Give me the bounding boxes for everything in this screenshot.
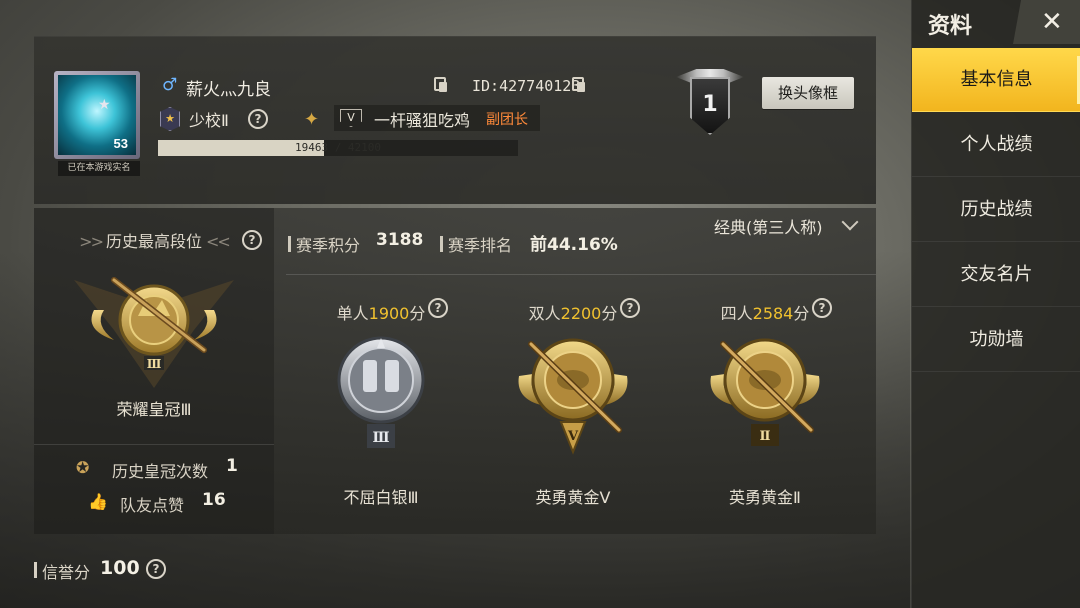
chevron-down-icon[interactable] (841, 213, 859, 231)
rank-title: 少校Ⅱ (189, 111, 229, 130)
credit-label: 信誉分 (42, 563, 91, 582)
crown-tier-emblem-icon: Ⅲ (74, 277, 234, 388)
silver-tier-medal-icon: Ⅲ (337, 336, 425, 448)
season-shield-icon: 1 (690, 77, 730, 135)
sidebar: 资料 基本信息 个人战绩 历史战绩 交友名片 功勋墙 (911, 0, 1080, 608)
season-points-label: 赛季积分 (296, 236, 361, 255)
crown-count-value: 1 (226, 456, 238, 476)
best-tier-name: 荣耀皇冠Ⅲ (116, 400, 192, 419)
double-chevron-left-icon: << (206, 232, 231, 251)
mode-help-icon[interactable]: ? (812, 298, 832, 318)
season-rank-value: 前44.16% (530, 235, 618, 255)
sidebar-item-merit-wall[interactable]: 功勋墙 (912, 308, 1080, 372)
double-chevron-right-icon: >> (79, 232, 104, 251)
svg-text:Ⅱ: Ⅱ (760, 429, 771, 444)
avatar-level: 53 (113, 136, 128, 151)
avatar-image: ★ 53 (58, 75, 136, 155)
thumbs-up-icon: 👍 (88, 492, 108, 511)
season-rank-label: 赛季排名 (448, 236, 513, 255)
clan-wings-icon: ✦ (304, 109, 320, 130)
xp-progress-bar: 19463 / 42100 (158, 140, 518, 156)
sidebar-item-personal-record[interactable]: 个人战绩 (912, 113, 1080, 177)
change-frame-button[interactable]: 换头像框 (762, 77, 854, 109)
svg-text:Ⅴ: Ⅴ (567, 429, 579, 444)
credit-value: 100 (100, 557, 140, 579)
rank-help-icon[interactable]: ? (248, 109, 268, 129)
profile-header-card: ★ 53 已在本游戏实名 ♂ 薪火灬九良 ID:427740123 ★ 少校Ⅱ … (34, 36, 876, 204)
gold-tier-medal-icon: Ⅱ (710, 338, 820, 446)
history-header-label: 历史最高段位 (105, 232, 202, 251)
copy-name-icon[interactable] (434, 77, 447, 92)
sidebar-item-basic-info[interactable]: 基本信息 (912, 48, 1080, 112)
close-icon: ✕ (1041, 7, 1063, 37)
clan-name: 一杆骚狙吃鸡 (374, 111, 471, 130)
profile-panel: ★ 53 已在本游戏实名 ♂ 薪火灬九良 ID:427740123 ★ 少校Ⅱ … (34, 36, 876, 534)
mode-title: 单人1900分 (336, 304, 426, 323)
svg-text:Ⅲ: Ⅲ (372, 430, 389, 446)
divider (34, 444, 274, 445)
sidebar-title: 资料 (928, 14, 973, 39)
crown-icon: ✪ (76, 458, 90, 477)
male-icon: ♂ (162, 75, 178, 95)
rank-insignia-icon: ★ (160, 107, 180, 131)
star-icon: ★ (98, 97, 111, 113)
mode-select[interactable]: 经典(第三人称) (714, 214, 823, 238)
tier-name: 英勇黄金Ⅴ (535, 488, 611, 507)
mode-help-icon[interactable]: ? (428, 298, 448, 318)
sidebar-item-history-record[interactable]: 历史战绩 (912, 178, 1080, 242)
mode-title: 四人2584分 (720, 304, 810, 323)
gold-tier-medal-icon: Ⅴ (518, 338, 628, 455)
stat-marker (288, 236, 291, 252)
real-name-status: 已在本游戏实名 (58, 161, 140, 176)
season-points-value: 3188 (376, 230, 424, 250)
avatar[interactable]: ★ 53 (54, 71, 140, 159)
history-best-tier: >> 历史最高段位 << ? Ⅲ 荣耀皇冠Ⅲ ✪ 历史皇冠次数 1 👍 队友点赞… (34, 208, 274, 534)
player-id: ID:427740123 (472, 77, 581, 95)
xp-text: 19463 / 42100 (294, 141, 382, 154)
tier-name: 不屈白银Ⅲ (343, 488, 419, 507)
sidebar-item-social-card[interactable]: 交友名片 (912, 243, 1080, 307)
likes-value: 16 (202, 490, 226, 510)
credit-help-icon[interactable]: ? (146, 559, 166, 579)
credit-marker (34, 562, 37, 578)
likes-label: 队友点赞 (120, 496, 185, 515)
crown-count-label: 历史皇冠次数 (112, 462, 209, 481)
mode-title: 双人2200分 (528, 304, 618, 323)
history-header: >> 历史最高段位 << (34, 228, 274, 252)
copy-id-icon[interactable] (572, 77, 585, 92)
svg-text:Ⅲ: Ⅲ (147, 357, 162, 371)
divider (286, 274, 876, 275)
player-name: 薪火灬九良 (186, 80, 271, 100)
season-stats-card: >> 历史最高段位 << ? Ⅲ 荣耀皇冠Ⅲ ✪ 历史皇冠次数 1 👍 队友点赞… (34, 208, 876, 534)
close-button[interactable]: ✕ (1013, 0, 1080, 44)
mode-help-icon[interactable]: ? (620, 298, 640, 318)
stat-marker (440, 236, 443, 252)
clan-role: 副团长 (486, 112, 528, 128)
tier-name: 英勇黄金Ⅱ (729, 488, 801, 507)
history-help-icon[interactable]: ? (242, 230, 262, 250)
season-tier-badge[interactable]: 1 (676, 65, 744, 139)
